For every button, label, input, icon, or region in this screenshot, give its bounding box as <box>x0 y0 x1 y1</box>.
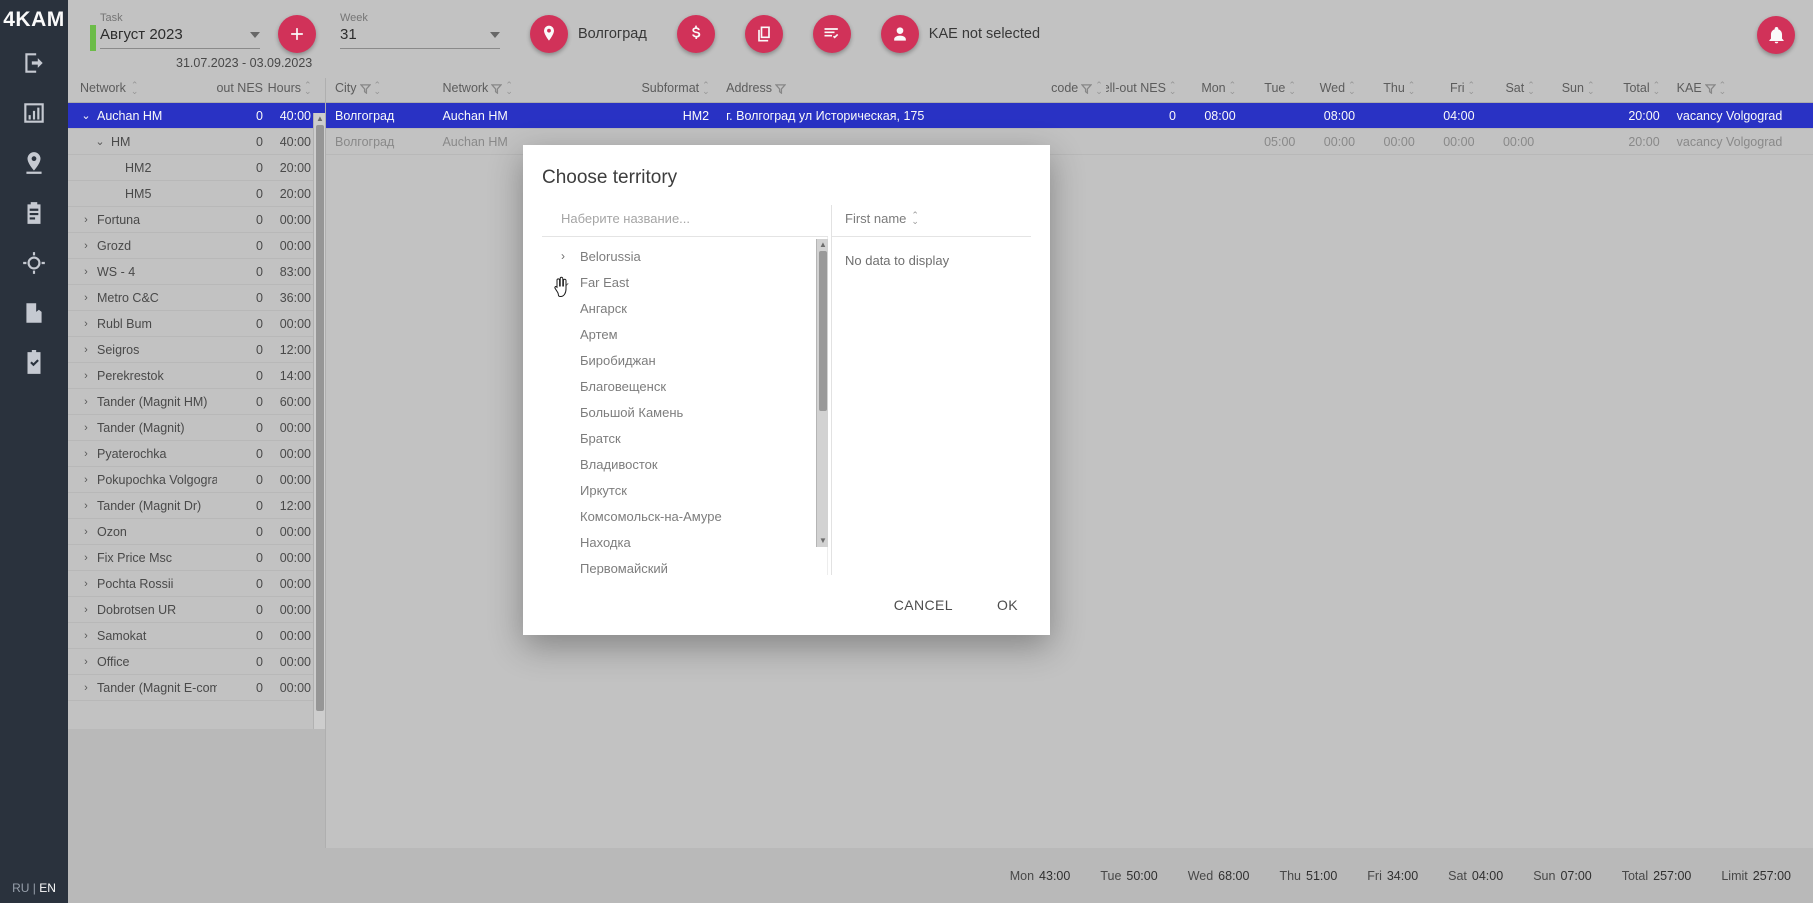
choose-territory-dialog: Choose territory › Belorussia ⌄ Far East Анг… <box>523 145 1050 635</box>
tree-item-label: Комсомольск-на-Амуре <box>580 508 722 524</box>
col-header-first-name[interactable]: First name <box>832 205 1031 237</box>
dialog-footer: CANCEL OK <box>523 575 1050 635</box>
col-label: First name <box>845 211 907 226</box>
tree-city-item[interactable]: Большой Камень <box>542 399 827 425</box>
tree-item-label: Находка <box>580 534 631 550</box>
territory-tree: › Belorussia ⌄ Far East Ангарск Артем Биробидж… <box>542 237 828 575</box>
tree-item-label: Братск <box>580 430 621 446</box>
tree-group-item[interactable]: › Belorussia <box>542 243 827 269</box>
territory-search-input[interactable] <box>542 205 828 237</box>
tree-city-item[interactable]: Братск <box>542 425 827 451</box>
ok-button[interactable]: OK <box>987 589 1028 621</box>
tree-item-label: Большой Камень <box>580 404 684 420</box>
sort-icon[interactable] <box>911 211 918 226</box>
tree-group-item[interactable]: ⌄ Far East <box>542 269 827 295</box>
dialog-title: Choose territory <box>542 167 678 188</box>
tree-item-label: Благовещенск <box>580 378 667 394</box>
tree-city-item[interactable]: Первомайский <box>542 555 827 576</box>
scroll-up-icon[interactable]: ▲ <box>819 241 827 249</box>
tree-item-label: Far East <box>580 274 630 290</box>
tree-city-item[interactable]: Артем <box>542 321 827 347</box>
tree-item-label: Ангарск <box>580 300 627 316</box>
tree-scrollbar[interactable]: ▲ ▼ <box>816 239 828 547</box>
cancel-button[interactable]: CANCEL <box>884 589 963 621</box>
scroll-down-icon[interactable]: ▼ <box>819 537 827 545</box>
tree-item-label: Belorussia <box>580 248 641 264</box>
tree-city-item[interactable]: Владивосток <box>542 451 827 477</box>
tree-item-label: Иркутск <box>580 482 627 498</box>
person-panel: First name No data to display <box>831 205 1031 575</box>
scroll-thumb <box>819 251 827 411</box>
no-data-message: No data to display <box>845 253 950 268</box>
chevron-right-icon[interactable]: › <box>561 249 573 263</box>
tree-city-item[interactable]: Находка <box>542 529 827 555</box>
territory-panel: › Belorussia ⌄ Far East Ангарск Артем Биробидж… <box>542 205 828 575</box>
tree-city-item[interactable]: Комсомольск-на-Амуре <box>542 503 827 529</box>
tree-item-label: Первомайский <box>580 560 668 576</box>
tree-city-item[interactable]: Иркутск <box>542 477 827 503</box>
app-root: 4KAM RU | EN Task Август 2023 Week 31 Во… <box>0 0 1813 903</box>
tree-item-label: Артем <box>580 326 618 342</box>
tree-item-label: Владивосток <box>580 456 658 472</box>
tree-item-label: Биробиджан <box>580 352 656 368</box>
tree-city-item[interactable]: Биробиджан <box>542 347 827 373</box>
tree-city-item[interactable]: Ангарск <box>542 295 827 321</box>
chevron-down-icon[interactable]: ⌄ <box>561 275 573 289</box>
dialog-body: › Belorussia ⌄ Far East Ангарск Артем Биробидж… <box>523 205 1050 575</box>
tree-city-item[interactable]: Благовещенск <box>542 373 827 399</box>
